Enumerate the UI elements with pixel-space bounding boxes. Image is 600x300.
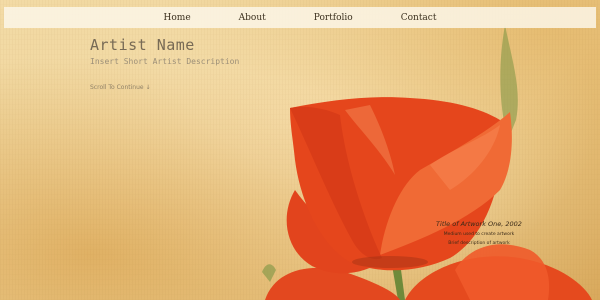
artwork-title: Title of Artwork One, 2002 — [436, 220, 522, 228]
artwork-medium: Medium used to create artwork — [443, 232, 515, 237]
artwork-caption: Title of Artwork One, 2002 Medium used t… — [420, 220, 538, 246]
artist-header: Artist Name Insert Short Artist Descript… — [90, 36, 239, 66]
nav-home-link[interactable]: Home — [140, 13, 215, 23]
nav-portfolio-link[interactable]: Portfolio — [290, 13, 377, 23]
artist-description: Insert Short Artist Description — [90, 57, 240, 66]
artist-name: Artist Name — [90, 36, 195, 54]
artwork-description: Brief description of artwork — [448, 241, 510, 246]
top-navigation-bar: Home About Portfolio Contact — [4, 7, 596, 28]
nav-about-link[interactable]: About — [215, 13, 290, 23]
scroll-to-continue-link[interactable]: Scroll To Continue ↓ — [90, 84, 151, 91]
nav-contact-link[interactable]: Contact — [377, 13, 461, 23]
